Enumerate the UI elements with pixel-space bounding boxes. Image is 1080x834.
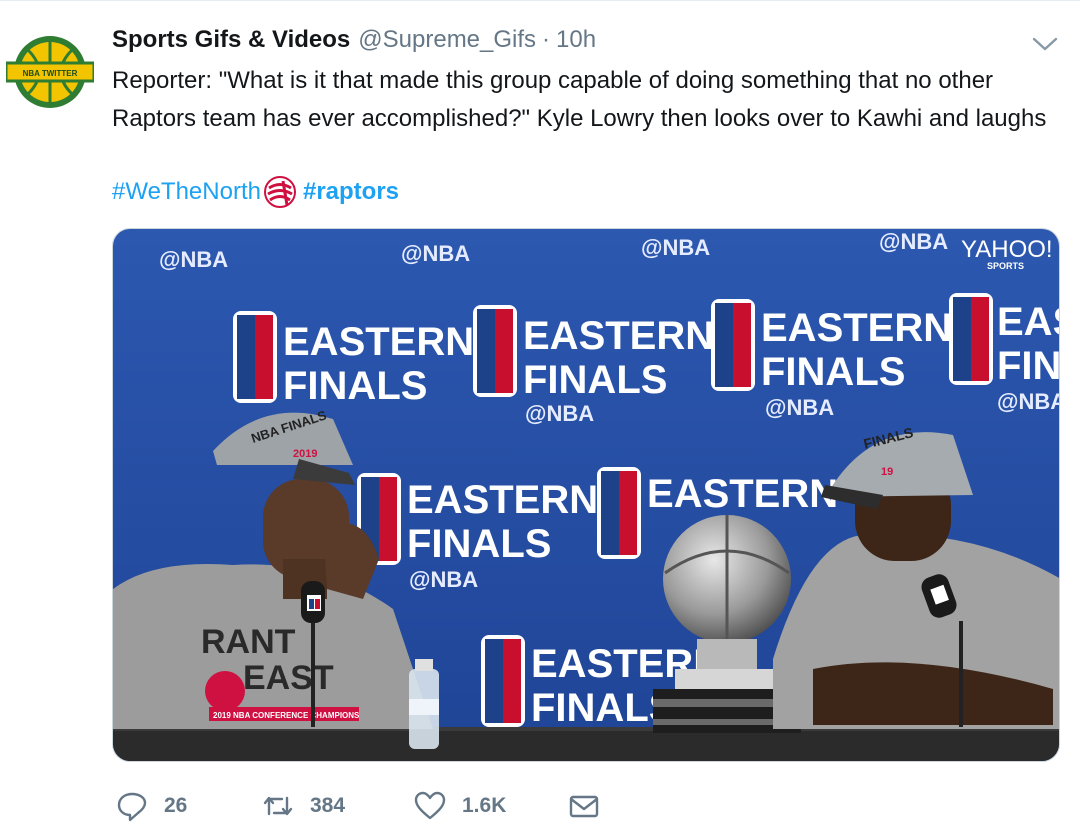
reply-icon [117, 792, 147, 822]
chevron-down-icon[interactable] [1030, 34, 1060, 54]
backdrop-handle: @NBA [401, 241, 470, 266]
backdrop-title: EASTERN [283, 320, 474, 364]
tweet-actions: 26 384 1.6K [112, 786, 712, 826]
tweet-text: Reporter: "What is it that made this gro… [112, 67, 1047, 132]
backdrop-title: EASTERN [647, 472, 838, 516]
shirt-line-2: EAST [243, 659, 334, 697]
separator-dot: · [542, 26, 551, 53]
yahoo-watermark-sub: SPORTS [987, 261, 1024, 271]
backdrop-title: FINALS [407, 522, 551, 566]
backdrop-title: FINALS [997, 344, 1060, 388]
backdrop-title: FINALS [283, 364, 427, 408]
shirt-line-1: RANT [201, 623, 296, 661]
cap-year: 2019 [293, 448, 317, 460]
backdrop-handle: @NBA [159, 247, 228, 272]
timestamp[interactable]: 10h [556, 26, 596, 54]
envelope-icon [569, 795, 599, 818]
user-handle[interactable]: @Supreme_Gifs [358, 26, 536, 54]
backdrop-title: FINALS [523, 358, 667, 402]
avatar-label: NBA TWITTER [23, 69, 78, 78]
display-name[interactable]: Sports Gifs & Videos [112, 26, 350, 54]
water-bottle [409, 659, 439, 749]
backdrop-title: EASTERN [523, 314, 714, 358]
backdrop-title: FINALS [761, 350, 905, 394]
hashtag-wethenorth[interactable]: #WeTheNorth [112, 178, 261, 206]
backdrop-logo-block: EASTERN FINALS [949, 293, 1060, 388]
backdrop-handle: @NBA [525, 401, 594, 426]
tweet-media-video[interactable]: @NBA @NBA @NBA @NBA YAHOO! SPORTS EASTER… [112, 228, 1060, 762]
backdrop-handle: @NBA [879, 229, 948, 254]
backdrop-handle: @NBA [409, 567, 478, 592]
heart-icon [414, 791, 446, 820]
avatar[interactable]: NBA TWITTER [6, 34, 94, 110]
top-divider [0, 0, 1080, 1]
backdrop-title: EASTERN [761, 306, 952, 350]
direct-message-button[interactable] [568, 786, 600, 826]
tweet-header: Sports Gifs & Videos @Supreme_Gifs · 10h [112, 26, 596, 58]
backdrop-handle: @NBA [641, 235, 710, 260]
raptors-logo-icon [263, 176, 296, 208]
reply-button[interactable]: 26 [116, 786, 187, 826]
shirt-small-text: 2019 NBA CONFERENCE CHAMPIONS [213, 711, 360, 720]
retweet-button[interactable]: 384 [262, 786, 345, 826]
hashtag-raptors[interactable]: #raptors [303, 178, 399, 206]
like-count: 1.6K [462, 794, 507, 817]
backdrop-title: EASTERN [407, 478, 598, 522]
backdrop-handle: @NBA [997, 389, 1060, 414]
reply-count: 26 [164, 794, 188, 817]
backdrop-handle: @NBA [765, 395, 834, 420]
backdrop-title: EASTERN [997, 300, 1060, 344]
like-button[interactable]: 1.6K [414, 786, 506, 826]
hashtag-row: #WeTheNorth #raptors [112, 174, 399, 210]
retweet-count: 384 [310, 794, 346, 817]
yahoo-watermark: YAHOO! [961, 236, 1053, 263]
retweet-icon [263, 796, 293, 816]
video-frame: @NBA @NBA @NBA @NBA YAHOO! SPORTS EASTER… [113, 229, 1060, 761]
right-cap-year: 19 [881, 466, 893, 478]
